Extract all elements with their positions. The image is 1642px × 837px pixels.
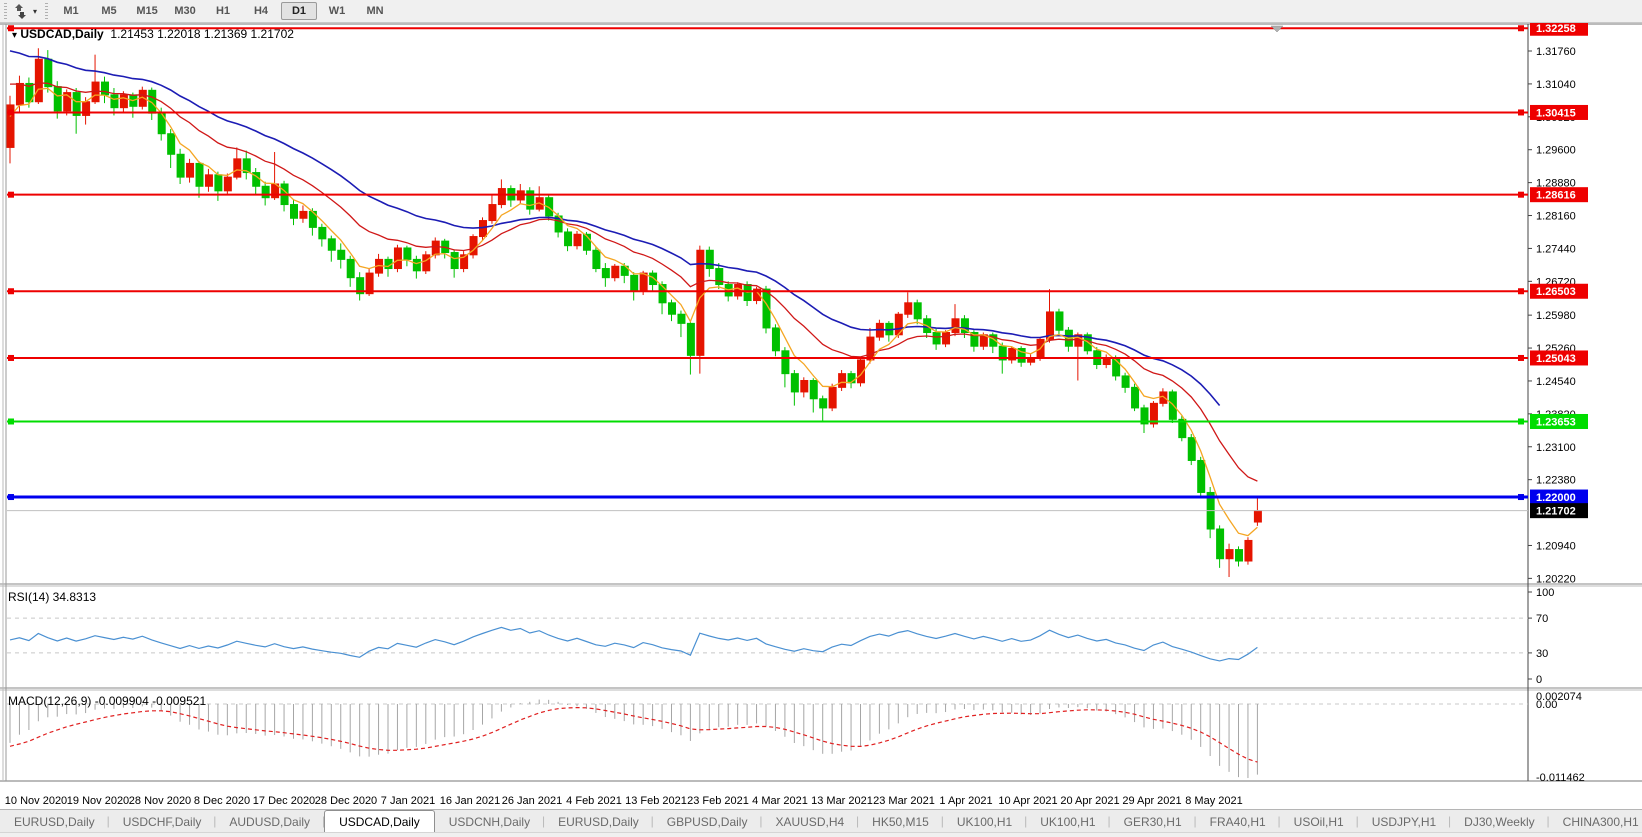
svg-text:8 May 2021: 8 May 2021 [1185, 795, 1242, 807]
symbol-tab-hk50-m15[interactable]: HK50,M15 | [858, 810, 944, 833]
svg-text:28 Dec 2020: 28 Dec 2020 [315, 795, 377, 807]
symbol-tab-usdcnh-daily[interactable]: USDCNH,Daily | [435, 810, 545, 833]
timeframe-button-d1[interactable]: D1 [281, 2, 318, 20]
svg-text:-0.011462: -0.011462 [1536, 772, 1585, 784]
timeframe-button-m5[interactable]: M5 [91, 2, 127, 20]
svg-text:100: 100 [1536, 587, 1554, 599]
symbol-tab-xauusd-h4[interactable]: XAUUSD,H4 | [761, 810, 859, 833]
symbol-tab-audusd-daily[interactable]: AUDUSD,Daily| [215, 810, 325, 833]
symbol-tab-eurusd-daily[interactable]: EURUSD,Daily | [544, 810, 654, 833]
symbol-tab-usdcad-daily[interactable]: USDCAD,Daily [324, 810, 435, 833]
svg-text:4 Feb 2021: 4 Feb 2021 [566, 795, 622, 807]
svg-text:8 Dec 2020: 8 Dec 2020 [194, 795, 250, 807]
svg-text:1.23653: 1.23653 [1536, 416, 1576, 428]
toolbar-grip[interactable] [3, 3, 8, 19]
price-badge-1.26503: 1.26503 [1530, 283, 1588, 299]
legend-symbol: USDCAD,Daily [20, 27, 104, 41]
svg-text:23 Mar 2021: 23 Mar 2021 [873, 795, 935, 807]
svg-text:1.32258: 1.32258 [1536, 23, 1576, 35]
macd-label: MACD(12,26,9) -0.009904 -0.009521 [8, 694, 207, 708]
timeframe-button-m15[interactable]: M15 [129, 2, 165, 20]
symbol-tab-eurusd-daily[interactable]: EURUSD,Daily | [0, 810, 110, 833]
svg-text:1.26503: 1.26503 [1536, 286, 1576, 298]
svg-text:1.22380: 1.22380 [1536, 475, 1576, 487]
svg-text:29 Apr 2021: 29 Apr 2021 [1122, 795, 1181, 807]
candles-updown-icon[interactable] [12, 2, 32, 20]
svg-text:1.28616: 1.28616 [1536, 190, 1576, 202]
symbol-tab-dj30-weekly[interactable]: DJ30,Weekly | [1450, 810, 1549, 833]
svg-text:28 Nov 2020: 28 Nov 2020 [129, 795, 191, 807]
price-badge-1.23653: 1.23653 [1530, 413, 1588, 429]
timeframe-button-w1[interactable]: W1 [319, 2, 355, 20]
symbol-tab-uk100-h1[interactable]: UK100,H1 | [943, 810, 1027, 833]
rsi-label: RSI(14) 34.8313 [8, 590, 97, 604]
timeframe-button-m30[interactable]: M30 [167, 2, 203, 20]
tabs-holder: EURUSD,Daily|USDCHF,Daily|AUDUSD,Daily|U… [0, 810, 1642, 833]
svg-text:1 Apr 2021: 1 Apr 2021 [939, 795, 992, 807]
svg-text:13 Feb 2021: 13 Feb 2021 [625, 795, 687, 807]
svg-text:1.30415: 1.30415 [1536, 107, 1576, 119]
timeframe-button-mn[interactable]: MN [357, 2, 393, 20]
chart-canvas[interactable]: 1.317601.310401.303201.296001.288801.281… [0, 0, 1642, 837]
svg-text:1.21702: 1.21702 [1536, 506, 1576, 518]
timeframe-button-h4[interactable]: H4 [243, 2, 279, 20]
symbol-tab-fra40-h1[interactable]: FRA40,H1 | [1196, 810, 1281, 833]
svg-text:1.31040: 1.31040 [1536, 79, 1576, 91]
svg-text:1.25980: 1.25980 [1536, 310, 1576, 322]
timeframe-buttons: M1 M5 M15 M30 H1 H4 D1 W1 MN [52, 2, 394, 20]
price-badge-1.28616: 1.28616 [1530, 187, 1588, 203]
svg-text:0.00: 0.00 [1536, 699, 1557, 711]
svg-text:1.25043: 1.25043 [1536, 353, 1576, 365]
timeframe-button-h1[interactable]: H1 [205, 2, 241, 20]
price-badge-1.25043: 1.25043 [1530, 350, 1588, 366]
price-badge-1.30415: 1.30415 [1530, 104, 1588, 120]
chart-menu-triangle-icon[interactable]: ▾ [12, 30, 17, 41]
svg-text:1.24540: 1.24540 [1536, 376, 1576, 388]
status-strip [0, 832, 1642, 837]
svg-text:19 Nov 2020: 19 Nov 2020 [67, 795, 129, 807]
chart-legend: ▾ USDCAD,Daily 1.21453 1.22018 1.21369 1… [12, 27, 294, 41]
svg-text:16 Jan 2021: 16 Jan 2021 [440, 795, 501, 807]
symbol-tab-ger30-h1[interactable]: GER30,H1 | [1110, 810, 1197, 833]
svg-text:1.22000: 1.22000 [1536, 492, 1576, 504]
svg-text:1.23100: 1.23100 [1536, 442, 1576, 454]
time-axis[interactable]: 10 Nov 2020 19 Nov 2020 28 Nov 2020 8 Dec 2… [5, 795, 1243, 807]
svg-text:1.28160: 1.28160 [1536, 211, 1576, 223]
svg-text:1.20940: 1.20940 [1536, 540, 1576, 552]
svg-text:7 Jan 2021: 7 Jan 2021 [381, 795, 435, 807]
symbol-tab-usoil-h1[interactable]: USOil,H1 | [1280, 810, 1359, 833]
symbol-tab-china300-h1[interactable]: CHINA300,H1| [1549, 810, 1642, 833]
symbol-tab-gbpusd-daily[interactable]: GBPUSD,Daily | [653, 810, 763, 833]
svg-text:0: 0 [1536, 674, 1542, 686]
chevron-down-icon[interactable]: ▾ [33, 7, 37, 16]
svg-text:1.29600: 1.29600 [1536, 145, 1576, 157]
symbol-tab-usdjpy-h1[interactable]: USDJPY,H1 | [1358, 810, 1451, 833]
svg-text:1.31760: 1.31760 [1536, 46, 1576, 58]
symbol-tab-uk100-h1[interactable]: UK100,H1 | [1026, 810, 1110, 833]
svg-text:23 Feb 2021: 23 Feb 2021 [687, 795, 749, 807]
mt4-window: { "toolbar": { "timeframes": ["M1","M5",… [0, 0, 1642, 837]
toolbar: ▾ M1 M5 M15 M30 H1 H4 D1 W1 MN [0, 0, 1642, 23]
svg-text:70: 70 [1536, 613, 1548, 625]
current-price-badge: 1.21702 [1530, 503, 1588, 519]
svg-text:26 Jan 2021: 26 Jan 2021 [502, 795, 563, 807]
svg-text:1.27440: 1.27440 [1536, 243, 1576, 255]
svg-text:13 Mar 2021: 13 Mar 2021 [811, 795, 873, 807]
timeframe-button-m1[interactable]: M1 [53, 2, 89, 20]
svg-text:17 Dec 2020: 17 Dec 2020 [253, 795, 315, 807]
legend-ohlc: 1.21453 1.22018 1.21369 1.21702 [110, 27, 294, 41]
svg-text:30: 30 [1536, 648, 1548, 660]
svg-text:1.20220: 1.20220 [1536, 573, 1576, 585]
svg-text:20 Apr 2021: 20 Apr 2021 [1060, 795, 1119, 807]
price-badge-1.22000: 1.22000 [1530, 489, 1588, 505]
symbol-tab-usdchf-daily[interactable]: USDCHF,Daily | [109, 810, 217, 833]
toolbar-grip2[interactable] [44, 3, 50, 19]
symbol-tab-bar: EURUSD,Daily|USDCHF,Daily|AUDUSD,Daily|U… [0, 809, 1642, 833]
svg-text:4 Mar 2021: 4 Mar 2021 [752, 795, 808, 807]
svg-text:10 Apr 2021: 10 Apr 2021 [998, 795, 1057, 807]
svg-text:10 Nov 2020: 10 Nov 2020 [5, 795, 67, 807]
